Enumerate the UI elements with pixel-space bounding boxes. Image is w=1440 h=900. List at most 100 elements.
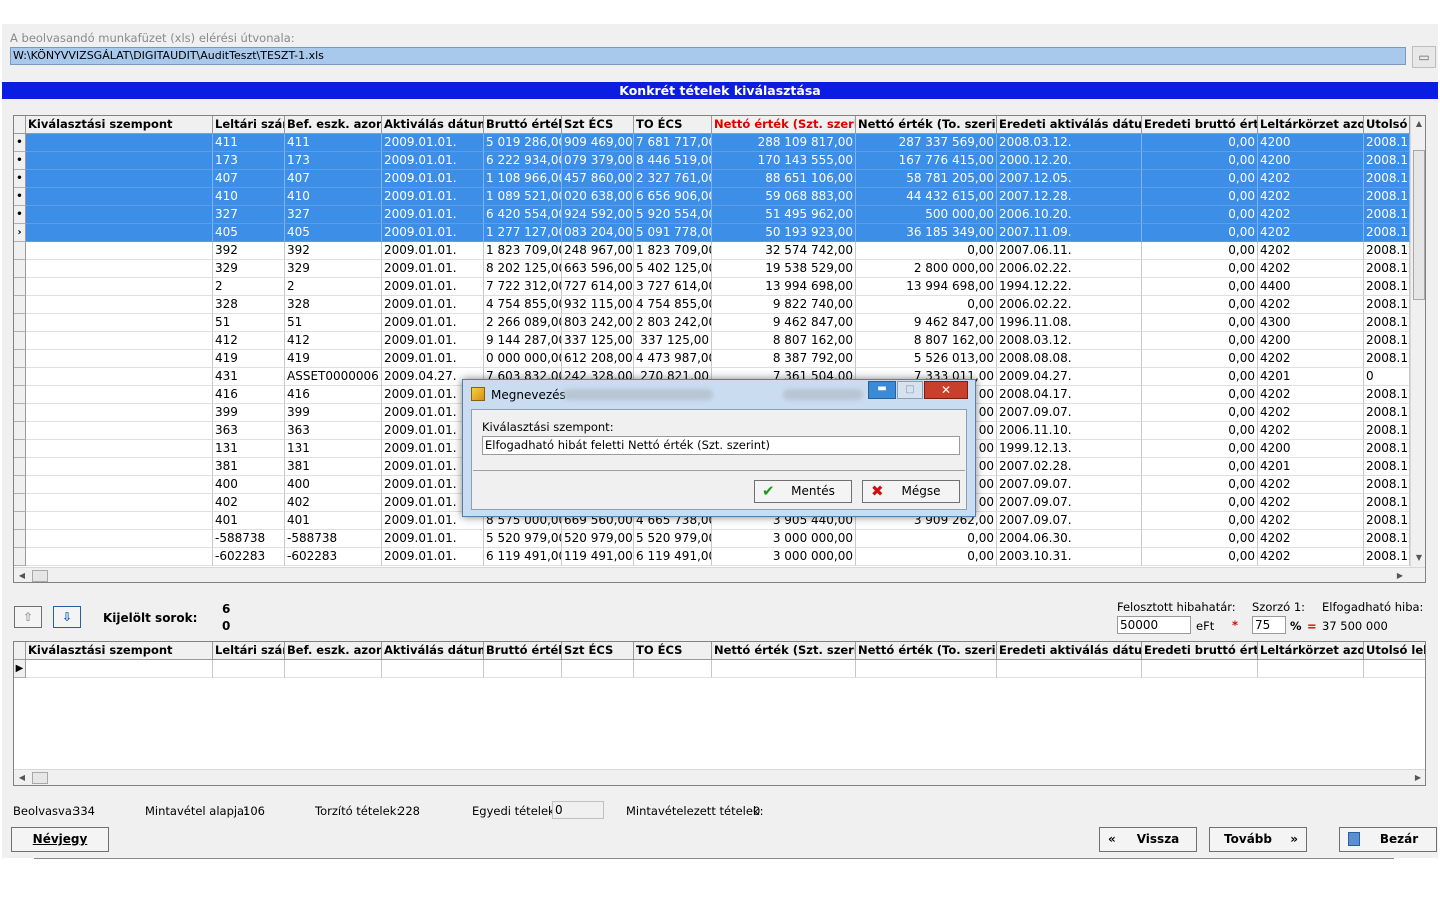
table-cell[interactable]: 6 420 554,00: [484, 206, 562, 224]
close-button[interactable]: Bezár: [1339, 827, 1437, 852]
table-cell[interactable]: 1994.12.22.: [997, 278, 1142, 296]
table-cell[interactable]: 431: [213, 368, 285, 386]
table-cell[interactable]: 2007.12.05.: [997, 170, 1142, 188]
table-cell[interactable]: 4202: [1258, 404, 1364, 422]
table-cell[interactable]: 416: [285, 386, 382, 404]
row-indicator[interactable]: [14, 512, 26, 530]
table-cell[interactable]: 51 495 962,00: [712, 206, 856, 224]
table-row[interactable]: -588738 -588738 2009.01.01. 5 520 979,00 520…: [14, 530, 1410, 548]
table-cell[interactable]: 5 091 778,00: [634, 224, 712, 242]
table-cell[interactable]: -602283: [213, 548, 285, 566]
table-cell[interactable]: 2009.01.01.: [382, 332, 484, 350]
table-cell[interactable]: 2008.12: [1364, 332, 1410, 350]
table-cell[interactable]: 51: [213, 314, 285, 332]
table-cell[interactable]: 4202: [1258, 206, 1364, 224]
table-cell[interactable]: 2009.01.01.: [382, 278, 484, 296]
table-cell[interactable]: 50 193 923,00: [712, 224, 856, 242]
row-indicator[interactable]: [14, 260, 26, 278]
column-header[interactable]: Szt ÉCS: [562, 642, 634, 660]
table-cell[interactable]: 2008.12: [1364, 404, 1410, 422]
table-cell[interactable]: 410: [285, 188, 382, 206]
scroll-thumb-h2[interactable]: [32, 772, 48, 784]
table-cell[interactable]: 4 473 987,00: [634, 350, 712, 368]
table-cell[interactable]: 0,00: [1142, 548, 1258, 566]
table-cell[interactable]: 520 979,00: [562, 530, 634, 548]
table-cell[interactable]: 6 119 491,00: [634, 548, 712, 566]
table-cell[interactable]: 329: [213, 260, 285, 278]
table-cell[interactable]: 4202: [1258, 494, 1364, 512]
column-header[interactable]: Leltári szám: [213, 642, 285, 660]
table-cell[interactable]: [26, 548, 213, 566]
table-cell[interactable]: 8 807 162,00: [856, 332, 997, 350]
back-button[interactable]: « Vissza: [1099, 827, 1197, 852]
empty-cell[interactable]: [382, 660, 484, 678]
table-cell[interactable]: 2009.01.01.: [382, 350, 484, 368]
table-cell[interactable]: 2009.01.01.: [382, 296, 484, 314]
table-row[interactable]: • 327 327 2009.01.01. 6 420 554,00 924 592,00…: [14, 206, 1410, 224]
table-cell[interactable]: 51: [285, 314, 382, 332]
row-indicator[interactable]: •: [14, 206, 26, 224]
scroll-up-icon[interactable]: ▲: [1413, 118, 1425, 130]
table-cell[interactable]: [26, 350, 213, 368]
horizontal-scrollbar[interactable]: ◀ ▶: [14, 567, 1425, 582]
table-cell[interactable]: 327: [213, 206, 285, 224]
scroll-down-icon[interactable]: ▼: [1413, 552, 1425, 564]
table-cell[interactable]: 131: [285, 440, 382, 458]
table-cell[interactable]: 170 143 555,00: [712, 152, 856, 170]
table-cell[interactable]: 612 208,00: [562, 350, 634, 368]
table-cell[interactable]: 7 681 717,00: [634, 134, 712, 152]
table-cell[interactable]: 2008.12: [1364, 512, 1410, 530]
table-cell[interactable]: [26, 188, 213, 206]
table-cell[interactable]: 0,00: [1142, 512, 1258, 530]
table-cell[interactable]: 0: [1364, 368, 1410, 386]
table-cell[interactable]: 2009.01.01.: [382, 242, 484, 260]
column-header[interactable]: TO ÉCS: [634, 642, 712, 660]
table-cell[interactable]: 2007.09.07.: [997, 512, 1142, 530]
table-cell[interactable]: 13 994 698,00: [856, 278, 997, 296]
table-cell[interactable]: 0,00: [856, 530, 997, 548]
table-cell[interactable]: 0,00: [856, 296, 997, 314]
table-cell[interactable]: 402: [285, 494, 382, 512]
empty-cell[interactable]: [213, 660, 285, 678]
row-indicator[interactable]: [14, 404, 26, 422]
table-cell[interactable]: 2009.01.01.: [382, 152, 484, 170]
row-indicator[interactable]: [14, 440, 26, 458]
table-cell[interactable]: 457 860,00: [562, 170, 634, 188]
column-header[interactable]: Kiválasztási szempont: [26, 116, 213, 134]
table-cell[interactable]: 0,00: [1142, 350, 1258, 368]
row-indicator[interactable]: [14, 422, 26, 440]
column-header[interactable]: Nettó érték (To. szerint): [856, 642, 997, 660]
table-row[interactable]: 2 2 2009.01.01. 7 722 312,00 727 614,00 3 727…: [14, 278, 1410, 296]
table-cell[interactable]: 083 204,00: [562, 224, 634, 242]
table-cell[interactable]: 6 222 934,00: [484, 152, 562, 170]
table-cell[interactable]: 59 068 883,00: [712, 188, 856, 206]
row-indicator[interactable]: [14, 548, 26, 566]
table-cell[interactable]: 4 754 855,00: [634, 296, 712, 314]
table-cell[interactable]: -588738: [285, 530, 382, 548]
table-cell[interactable]: 131: [213, 440, 285, 458]
table-cell[interactable]: 2009.01.01.: [382, 224, 484, 242]
table-cell[interactable]: 419: [285, 350, 382, 368]
table-cell[interactable]: 4202: [1258, 422, 1364, 440]
column-header[interactable]: Eredeti aktiválás dátuma: [997, 116, 1142, 134]
column-header[interactable]: Bruttó érték: [484, 116, 562, 134]
table-cell[interactable]: 8 387 792,00: [712, 350, 856, 368]
empty-cell[interactable]: [1142, 660, 1258, 678]
scroll-right-icon[interactable]: ▶: [1412, 772, 1424, 784]
table-cell[interactable]: 4202: [1258, 512, 1364, 530]
empty-cell[interactable]: [562, 660, 634, 678]
table-cell[interactable]: 2: [213, 278, 285, 296]
table-cell[interactable]: 44 432 615,00: [856, 188, 997, 206]
column-header[interactable]: Aktiválás dátuma: [382, 642, 484, 660]
table-cell[interactable]: 0,00: [1142, 134, 1258, 152]
table-cell[interactable]: 2008.12: [1364, 296, 1410, 314]
table-cell[interactable]: [26, 134, 213, 152]
table-cell[interactable]: 399: [213, 404, 285, 422]
table-cell[interactable]: 0,00: [1142, 242, 1258, 260]
table-cell[interactable]: 1 277 127,00: [484, 224, 562, 242]
table-cell[interactable]: 337 125,00: [562, 332, 634, 350]
table-cell[interactable]: [26, 476, 213, 494]
table-cell[interactable]: 411: [285, 134, 382, 152]
table-cell[interactable]: 4202: [1258, 242, 1364, 260]
table-cell[interactable]: 381: [285, 458, 382, 476]
